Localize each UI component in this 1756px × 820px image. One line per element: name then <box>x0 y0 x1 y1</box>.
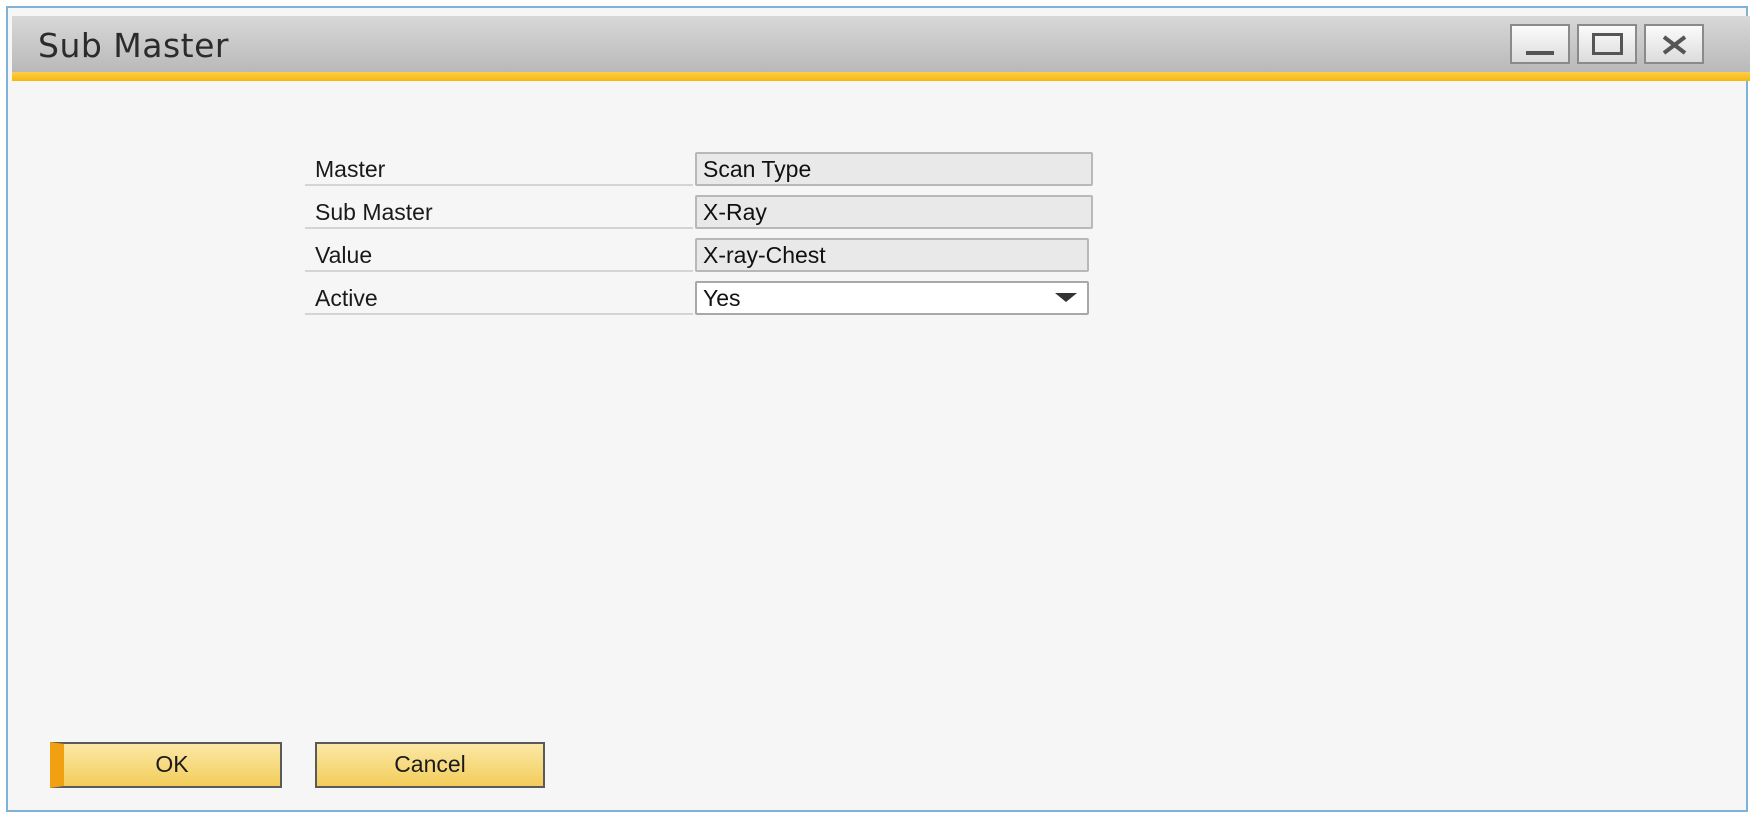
chevron-down-icon[interactable] <box>1055 293 1077 302</box>
title-bar-accent <box>12 72 1750 81</box>
window-title: Sub Master <box>38 26 229 65</box>
active-select-value: Yes <box>703 285 741 311</box>
ok-button[interactable]: OK <box>50 742 282 788</box>
active-select[interactable]: Yes <box>695 281 1089 315</box>
close-icon <box>1662 35 1687 55</box>
cancel-button[interactable]: Cancel <box>315 742 545 788</box>
master-label: Master <box>305 152 693 186</box>
maximize-icon <box>1592 33 1623 55</box>
sub-master-field[interactable]: X-Ray <box>695 195 1093 229</box>
value-label: Value <box>305 238 693 272</box>
title-bar[interactable] <box>12 16 1750 72</box>
close-button[interactable] <box>1644 24 1704 64</box>
form-panel <box>21 81 1741 798</box>
value-field[interactable]: X-ray-Chest <box>695 238 1089 272</box>
master-field[interactable]: Scan Type <box>695 152 1093 186</box>
minimize-button[interactable] <box>1510 24 1570 64</box>
minimize-icon <box>1526 51 1554 55</box>
sub-master-label: Sub Master <box>305 195 693 229</box>
active-label: Active <box>305 281 693 315</box>
maximize-button[interactable] <box>1577 24 1637 64</box>
